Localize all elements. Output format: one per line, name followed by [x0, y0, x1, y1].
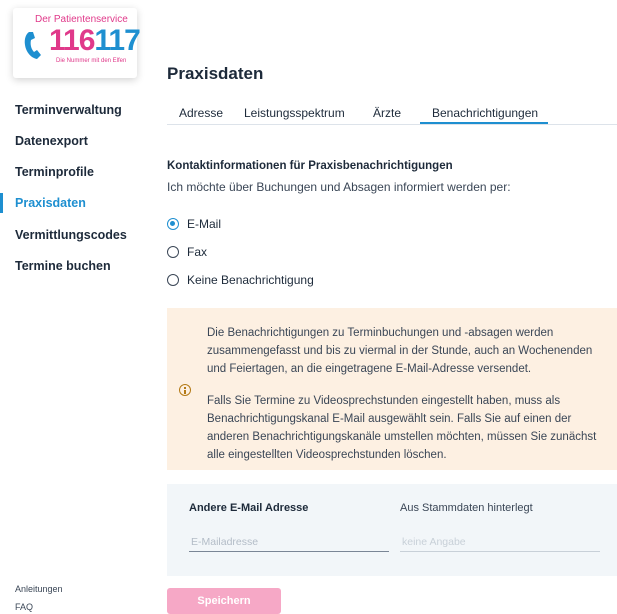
- page-title: Praxisdaten: [167, 64, 264, 83]
- info-paragraph-1: Die Benachrichtigungen zu Terminbuchunge…: [207, 324, 607, 378]
- info-p2-line-3: anderen Benachrichtigungskanäle umstelle…: [207, 431, 597, 443]
- stammdaten-email-field: keine Angabe: [400, 532, 600, 552]
- radio-fax[interactable]: [167, 246, 179, 258]
- sidebar-item-terminverwaltung[interactable]: Terminverwaltung: [0, 99, 140, 121]
- sidebar-item-vermittlungscodes[interactable]: Vermittlungscodes: [0, 224, 140, 246]
- tab-aerzte[interactable]: Ärzte: [373, 106, 401, 120]
- footer-link-faq[interactable]: FAQ: [15, 602, 33, 612]
- info-p2-line-2: Benachrichtigungskanal E-Mail ausgewählt…: [207, 413, 572, 425]
- sidebar-item-praxisdaten[interactable]: Praxisdaten: [0, 192, 140, 214]
- phone-icon: [24, 32, 41, 59]
- email-panel: Andere E-Mail Adresse Aus Stammdaten hin…: [167, 484, 617, 576]
- save-button[interactable]: Speichern: [167, 588, 281, 614]
- info-box: Die Benachrichtigungen zu Terminbuchunge…: [167, 308, 617, 470]
- sidebar: Der Patientenservice 116117 Die Nummer m…: [0, 0, 150, 612]
- tab-leistungsspektrum[interactable]: Leistungsspektrum: [244, 106, 345, 120]
- tab-benachrichtigungen[interactable]: Benachrichtigungen: [432, 106, 538, 120]
- radio-keine-label: Keine Benachrichtigung: [187, 273, 314, 287]
- stammdaten-heading: Aus Stammdaten hinterlegt: [400, 502, 533, 514]
- active-tab-indicator: [420, 122, 548, 124]
- info-p1-line-3: und Feiertagen, an die eingetragene E-Ma…: [207, 363, 532, 375]
- sidebar-item-datenexport[interactable]: Datenexport: [0, 130, 140, 152]
- info-icon: [179, 384, 191, 396]
- info-p2-line-4: alle eingestellten Videosprechstunden lö…: [207, 449, 447, 461]
- info-p1-line-2: zusammengefasst und bis zu viermal in de…: [207, 345, 593, 357]
- radio-fax-label: Fax: [187, 245, 208, 259]
- logo-number-part2: 117: [94, 24, 140, 57]
- other-email-heading: Andere E-Mail Adresse: [189, 502, 309, 514]
- email-input[interactable]: E-Mailadresse: [189, 532, 389, 552]
- logo-number-part1: 116: [49, 24, 95, 57]
- logo-number: 116117: [49, 22, 141, 60]
- sidebar-item-termine-buchen[interactable]: Termine buchen: [0, 255, 140, 277]
- info-p1-line-1: Die Benachrichtigungen zu Terminbuchunge…: [207, 327, 554, 339]
- logo[interactable]: Der Patientenservice 116117 Die Nummer m…: [13, 8, 141, 78]
- tab-bar: Adresse Leistungsspektrum Ärzte Benachri…: [167, 100, 617, 125]
- logo-subtitle: Die Nummer mit den Elfen: [56, 58, 127, 64]
- section-title: Kontaktinformationen für Praxisbenachric…: [167, 160, 453, 172]
- radio-keine[interactable]: [167, 274, 179, 286]
- sidebar-item-terminprofile[interactable]: Terminprofile: [0, 161, 140, 183]
- section-description: Ich möchte über Buchungen und Absagen in…: [167, 180, 511, 194]
- footer-link-anleitungen[interactable]: Anleitungen: [15, 584, 63, 594]
- tab-adresse[interactable]: Adresse: [179, 106, 223, 120]
- radio-email-label: E-Mail: [187, 217, 222, 231]
- info-paragraph-2: Falls Sie Termine zu Videosprechstunden …: [207, 392, 607, 464]
- radio-email[interactable]: [167, 218, 179, 230]
- info-p2-line-1: Falls Sie Termine zu Videosprechstunden …: [207, 395, 561, 407]
